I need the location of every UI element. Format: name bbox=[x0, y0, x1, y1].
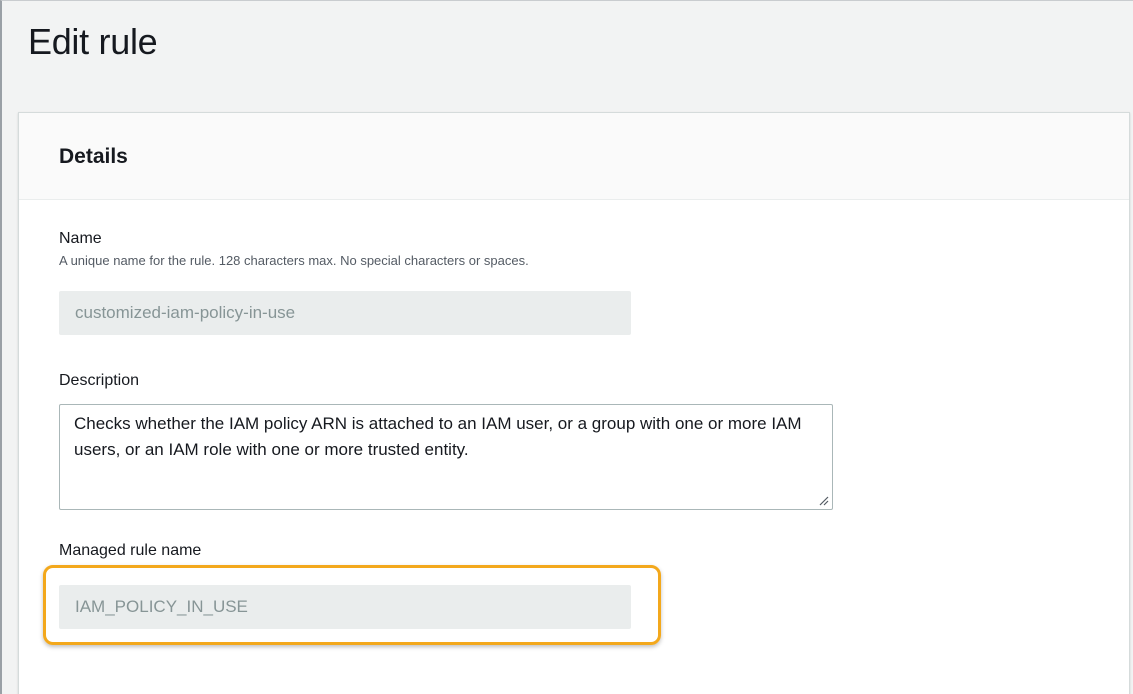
managed-rule-name-label: Managed rule name bbox=[59, 542, 202, 559]
name-field-label: Name bbox=[59, 230, 102, 247]
name-input: customized-iam-policy-in-use bbox=[59, 291, 631, 335]
description-textarea[interactable]: Checks whether the IAM policy ARN is att… bbox=[59, 404, 833, 510]
page-title: Edit rule bbox=[28, 21, 158, 62]
description-field-label: Description bbox=[59, 372, 140, 389]
details-panel-header: Details bbox=[19, 113, 1129, 200]
description-text: Checks whether the IAM policy ARN is att… bbox=[74, 414, 802, 459]
details-header-title: Details bbox=[59, 145, 128, 168]
details-panel: Details Name A unique name for the rule.… bbox=[18, 112, 1130, 694]
edit-rule-page: Edit rule Details Name A unique name for… bbox=[0, 0, 1133, 694]
managed-rule-name-input: IAM_POLICY_IN_USE bbox=[59, 585, 631, 629]
name-field-hint: A unique name for the rule. 128 characte… bbox=[59, 253, 529, 268]
resize-grip-icon[interactable] bbox=[819, 496, 829, 506]
